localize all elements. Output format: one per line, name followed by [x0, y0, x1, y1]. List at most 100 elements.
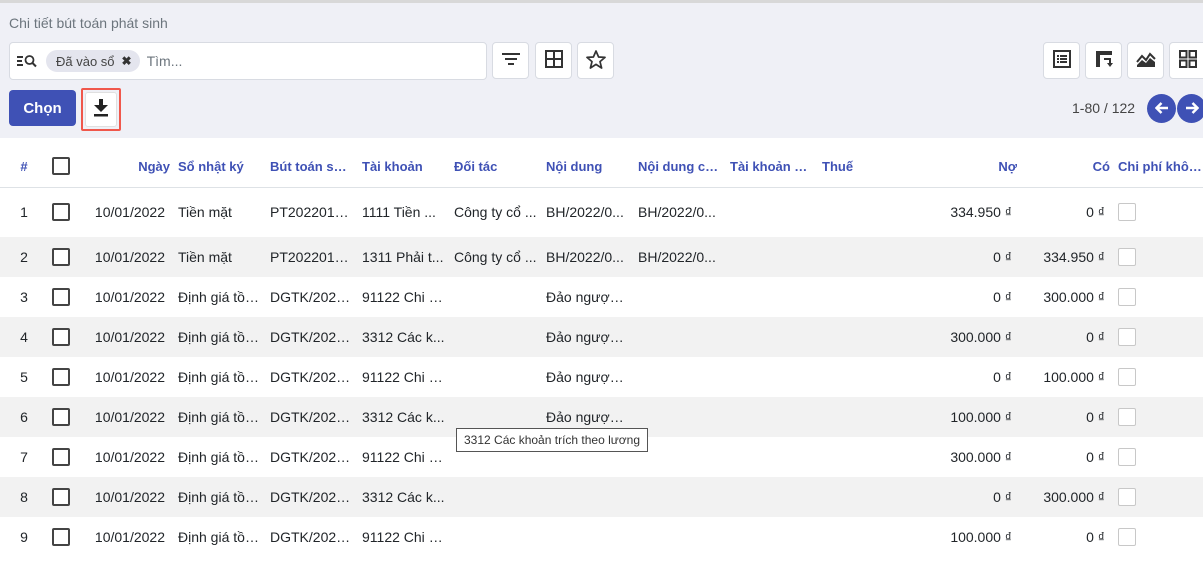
cell-counter-account[interactable] — [726, 517, 818, 557]
cell-entry[interactable]: DGTK/2022... — [266, 477, 358, 517]
cell-tax[interactable] — [818, 187, 929, 237]
cell-partner[interactable]: Công ty cổ ... — [450, 237, 542, 277]
cell-debit[interactable]: 100.000 ₫ — [929, 397, 1021, 437]
cell-label[interactable]: Đảo ngược ... — [542, 357, 634, 397]
col-header-select-all[interactable] — [48, 146, 87, 187]
cell-counter-account[interactable] — [726, 317, 818, 357]
cell-date[interactable]: 10/01/2022 — [87, 437, 174, 477]
col-header-tax[interactable]: Thuế — [818, 146, 929, 187]
cell-account[interactable]: 91122 Chi p... — [358, 357, 450, 397]
cell-tax[interactable] — [818, 437, 929, 477]
cell-entry[interactable]: PT2022010... — [266, 187, 358, 237]
cell-entry[interactable]: DGTK/2022... — [266, 317, 358, 357]
cell-credit[interactable]: 300.000 ₫ — [1021, 477, 1114, 517]
table-row[interactable]: 5 10/01/2022 Định giá tồn... DGTK/2022..… — [0, 357, 1203, 397]
cell-debit[interactable]: 0 ₫ — [929, 237, 1021, 277]
search-input[interactable] — [146, 43, 486, 79]
cell-label[interactable]: Đảo ngược ... — [542, 277, 634, 317]
cell-account[interactable]: 3312 Các k... — [358, 477, 450, 517]
row-checkbox[interactable] — [52, 448, 70, 467]
row-checkbox[interactable] — [52, 248, 70, 267]
export-button[interactable] — [81, 88, 121, 131]
row-select-cell[interactable] — [48, 317, 87, 357]
cell-date[interactable]: 10/01/2022 — [87, 317, 174, 357]
cell-partner[interactable] — [450, 317, 542, 357]
cell-credit[interactable]: 0 ₫ — [1021, 437, 1114, 477]
cell-tax[interactable] — [818, 237, 929, 277]
graph-view-button[interactable] — [1127, 42, 1164, 79]
cell-counter-account[interactable] — [726, 397, 818, 437]
col-header-partner[interactable]: Đối tác — [450, 146, 542, 187]
cell-counter-account[interactable] — [726, 237, 818, 277]
row-select-cell[interactable] — [48, 357, 87, 397]
row-checkbox[interactable] — [52, 203, 70, 222]
cell-label-detail[interactable] — [634, 477, 726, 517]
table-row[interactable]: 4 10/01/2022 Định giá tồn... DGTK/2022..… — [0, 317, 1203, 357]
cell-tax[interactable] — [818, 517, 929, 557]
table-row[interactable]: 2 10/01/2022 Tiền mặt PT2022010... 1311 … — [0, 237, 1203, 277]
cell-label-detail[interactable] — [634, 277, 726, 317]
search-bar[interactable]: Đã vào sổ ✖ — [9, 42, 487, 80]
cell-label[interactable]: BH/2022/0... — [542, 187, 634, 237]
row-select-cell[interactable] — [48, 397, 87, 437]
row-select-cell[interactable] — [48, 187, 87, 237]
cell-credit[interactable]: 0 ₫ — [1021, 187, 1114, 237]
cell-partner[interactable] — [450, 357, 542, 397]
row-select-cell[interactable] — [48, 237, 87, 277]
cell-journal[interactable]: Định giá tồn... — [174, 357, 266, 397]
cell-credit[interactable]: 0 ₫ — [1021, 317, 1114, 357]
cell-date[interactable]: 10/01/2022 — [87, 397, 174, 437]
cell-date[interactable]: 10/01/2022 — [87, 517, 174, 557]
cell-date[interactable]: 10/01/2022 — [87, 187, 174, 237]
cell-entry[interactable]: DGTK/2022... — [266, 357, 358, 397]
cell-label[interactable] — [542, 477, 634, 517]
cell-journal[interactable]: Định giá tồn... — [174, 317, 266, 357]
cell-debit[interactable]: 100.000 ₫ — [929, 517, 1021, 557]
cell-journal[interactable]: Tiền mặt — [174, 187, 266, 237]
cell-date[interactable]: 10/01/2022 — [87, 277, 174, 317]
row-checkbox[interactable] — [52, 328, 70, 347]
select-button[interactable]: Chọn — [9, 90, 76, 126]
cell-credit[interactable]: 100.000 ₫ — [1021, 357, 1114, 397]
table-row[interactable]: 9 10/01/2022 Định giá tồn... DGTK/2022..… — [0, 517, 1203, 557]
col-header-debit[interactable]: Nợ — [929, 146, 1021, 187]
col-header-non-deductible[interactable]: Chi phí khôn... — [1114, 146, 1203, 187]
cell-counter-account[interactable] — [726, 477, 818, 517]
cell-account[interactable]: 1311 Phải t... — [358, 237, 450, 277]
cell-counter-account[interactable] — [726, 437, 818, 477]
favorites-button[interactable] — [577, 42, 614, 79]
row-checkbox[interactable] — [52, 368, 70, 387]
kanban-view-button[interactable] — [1169, 42, 1203, 79]
cell-date[interactable]: 10/01/2022 — [87, 477, 174, 517]
cell-label-detail[interactable] — [634, 317, 726, 357]
cell-journal[interactable]: Tiền mặt — [174, 237, 266, 277]
cell-credit[interactable]: 0 ₫ — [1021, 397, 1114, 437]
cell-tax[interactable] — [818, 357, 929, 397]
col-header-entry[interactable]: Bút toán sổ ... — [266, 146, 358, 187]
cell-journal[interactable]: Định giá tồn... — [174, 517, 266, 557]
cell-date[interactable]: 10/01/2022 — [87, 237, 174, 277]
cell-account[interactable]: 3312 Các k... — [358, 317, 450, 357]
cell-journal[interactable]: Định giá tồn... — [174, 277, 266, 317]
cell-partner[interactable] — [450, 277, 542, 317]
row-checkbox[interactable] — [52, 488, 70, 507]
cell-entry[interactable]: DGTK/2022... — [266, 517, 358, 557]
cell-entry[interactable]: PT2022010... — [266, 237, 358, 277]
col-header-credit[interactable]: Có — [1021, 146, 1114, 187]
row-select-cell[interactable] — [48, 437, 87, 477]
search-panel-icon[interactable] — [10, 43, 44, 79]
cell-debit[interactable]: 0 ₫ — [929, 277, 1021, 317]
cell-tax[interactable] — [818, 317, 929, 357]
cell-label-detail[interactable]: BH/2022/0... — [634, 187, 726, 237]
cell-counter-account[interactable] — [726, 357, 818, 397]
cell-debit[interactable]: 300.000 ₫ — [929, 317, 1021, 357]
pager-value[interactable]: 1-80 / 122 — [1072, 100, 1135, 116]
row-checkbox[interactable] — [52, 528, 70, 547]
cell-debit[interactable]: 0 ₫ — [929, 357, 1021, 397]
group-by-button[interactable] — [535, 42, 572, 79]
row-checkbox[interactable] — [52, 288, 70, 307]
cell-counter-account[interactable] — [726, 187, 818, 237]
row-checkbox[interactable] — [52, 408, 70, 427]
cell-debit[interactable]: 0 ₫ — [929, 477, 1021, 517]
cell-counter-account[interactable] — [726, 277, 818, 317]
